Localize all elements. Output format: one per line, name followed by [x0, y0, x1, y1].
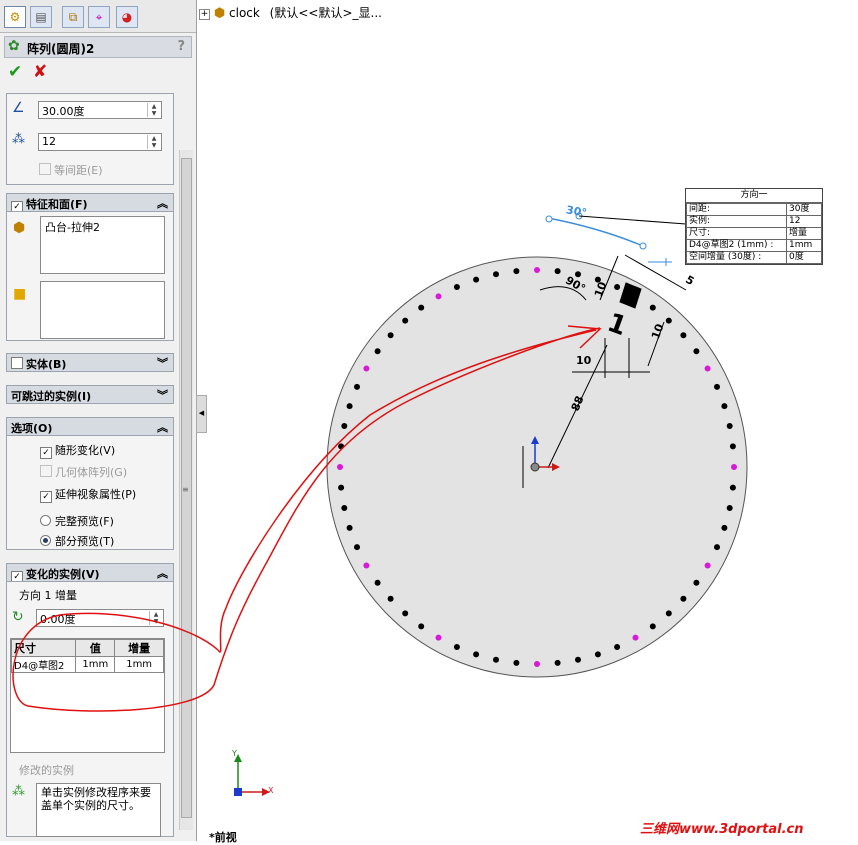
callout-leader — [578, 215, 687, 225]
hole-dot[interactable] — [337, 464, 343, 470]
hole-dot[interactable] — [338, 484, 345, 491]
hole-dot[interactable] — [418, 304, 425, 311]
hole-dot[interactable] — [435, 634, 442, 641]
hole-dot[interactable] — [649, 304, 656, 311]
callout-label: 空间增量 (30度) : — [686, 251, 787, 264]
callout-value[interactable]: 1mm — [786, 239, 822, 252]
hole-dot[interactable] — [721, 403, 728, 410]
callout-value[interactable]: 增量 — [786, 227, 822, 240]
callout-value[interactable]: 30度 — [786, 203, 822, 216]
hole-dot[interactable] — [354, 544, 360, 551]
hole-dot[interactable] — [493, 656, 499, 663]
callout-row[interactable]: 尺寸: 增量 — [686, 227, 822, 240]
hole-dot[interactable] — [665, 317, 672, 324]
callout-row[interactable]: 实例: 12 — [686, 215, 822, 228]
hole-dot[interactable] — [614, 284, 621, 290]
hole-dot[interactable] — [704, 365, 711, 372]
hole-dot[interactable] — [575, 656, 581, 663]
hole-dot[interactable] — [721, 524, 728, 531]
hole-dot[interactable] — [346, 403, 353, 410]
hole-dot[interactable] — [453, 284, 460, 290]
angle-dimension-arc[interactable] — [547, 217, 644, 247]
hole-dot[interactable] — [387, 332, 394, 339]
hole-dot[interactable] — [354, 383, 360, 390]
hole-dot[interactable] — [513, 268, 520, 275]
hole-dot[interactable] — [435, 293, 442, 300]
bottom-dimension-text[interactable]: 10 — [576, 354, 591, 367]
callout-table: 间距: 30度 实例: 12 尺寸: 增量 D4@草图2 (1mm) :1mm 空间增… — [686, 203, 822, 264]
hole-dot[interactable] — [473, 651, 480, 658]
hole-dot[interactable] — [418, 623, 425, 630]
hole-dot[interactable] — [714, 544, 720, 551]
hole-dot[interactable] — [374, 348, 381, 355]
hole-dot[interactable] — [341, 505, 348, 511]
hole-dot[interactable] — [729, 443, 736, 450]
hole-dot[interactable] — [714, 383, 720, 390]
arc-endpoint[interactable] — [639, 242, 647, 250]
arc-endpoint[interactable] — [545, 215, 553, 223]
hole-dot[interactable] — [402, 610, 409, 617]
callout-label: 尺寸: — [686, 227, 787, 240]
hole-dot[interactable] — [363, 365, 370, 372]
hole-dot[interactable] — [554, 659, 561, 666]
callout-row[interactable]: 空间增量 (30度) :0度 — [686, 251, 822, 264]
hole-dot[interactable] — [513, 659, 520, 666]
hole-dot[interactable] — [729, 484, 736, 491]
callout-value[interactable]: 0度 — [786, 251, 822, 264]
hole-dot[interactable] — [693, 348, 700, 355]
hole-dot[interactable] — [346, 524, 353, 531]
hole-dot[interactable] — [453, 644, 460, 650]
hole-dot[interactable] — [534, 267, 540, 273]
callout-row[interactable]: 间距: 30度 — [686, 203, 822, 216]
hole-dot[interactable] — [402, 317, 409, 324]
hole-dot[interactable] — [614, 644, 621, 650]
hole-dot[interactable] — [493, 271, 499, 278]
hole-dot[interactable] — [473, 276, 480, 283]
hole-dot[interactable] — [665, 610, 672, 617]
hole-dot[interactable] — [726, 505, 733, 511]
callout-label: 实例: — [686, 215, 787, 228]
origin-point[interactable] — [530, 462, 540, 472]
hole-dot[interactable] — [680, 332, 687, 339]
view-y-label: Y — [232, 749, 237, 758]
callout-label: D4@草图2 (1mm) : — [686, 239, 787, 252]
hole-dot[interactable] — [649, 623, 656, 630]
hole-dot[interactable] — [374, 579, 381, 586]
callout-row[interactable]: D4@草图2 (1mm) :1mm — [686, 239, 822, 252]
hole-dot[interactable] — [341, 423, 348, 429]
hole-dot[interactable] — [387, 595, 394, 602]
hole-dot[interactable] — [632, 634, 639, 641]
callout-value[interactable]: 12 — [786, 215, 822, 228]
watermark: 三维网www.3dportal.cn — [640, 822, 804, 837]
view-z-marker — [234, 788, 242, 796]
hole-dot[interactable] — [680, 595, 687, 602]
direction-callout[interactable]: 方向一 间距: 30度 实例: 12 尺寸: 增量 D4@草图2 (1mm) :1mm… — [685, 188, 823, 265]
graphics-canvas[interactable] — [0, 0, 858, 841]
hole-dot[interactable] — [731, 464, 737, 470]
hole-dot[interactable] — [363, 562, 370, 569]
callout-label: 间距: — [686, 203, 787, 216]
hole-dot[interactable] — [594, 651, 601, 658]
hole-dot[interactable] — [704, 562, 711, 569]
hole-dot[interactable] — [693, 579, 700, 586]
view-x-label: X — [268, 786, 274, 795]
view-name: *前视 — [209, 831, 237, 844]
hole-dot[interactable] — [726, 423, 733, 429]
hole-dot[interactable] — [534, 661, 540, 667]
view-triad — [234, 754, 270, 796]
hole-dot[interactable] — [554, 268, 561, 275]
callout-title: 方向一 — [686, 189, 822, 203]
